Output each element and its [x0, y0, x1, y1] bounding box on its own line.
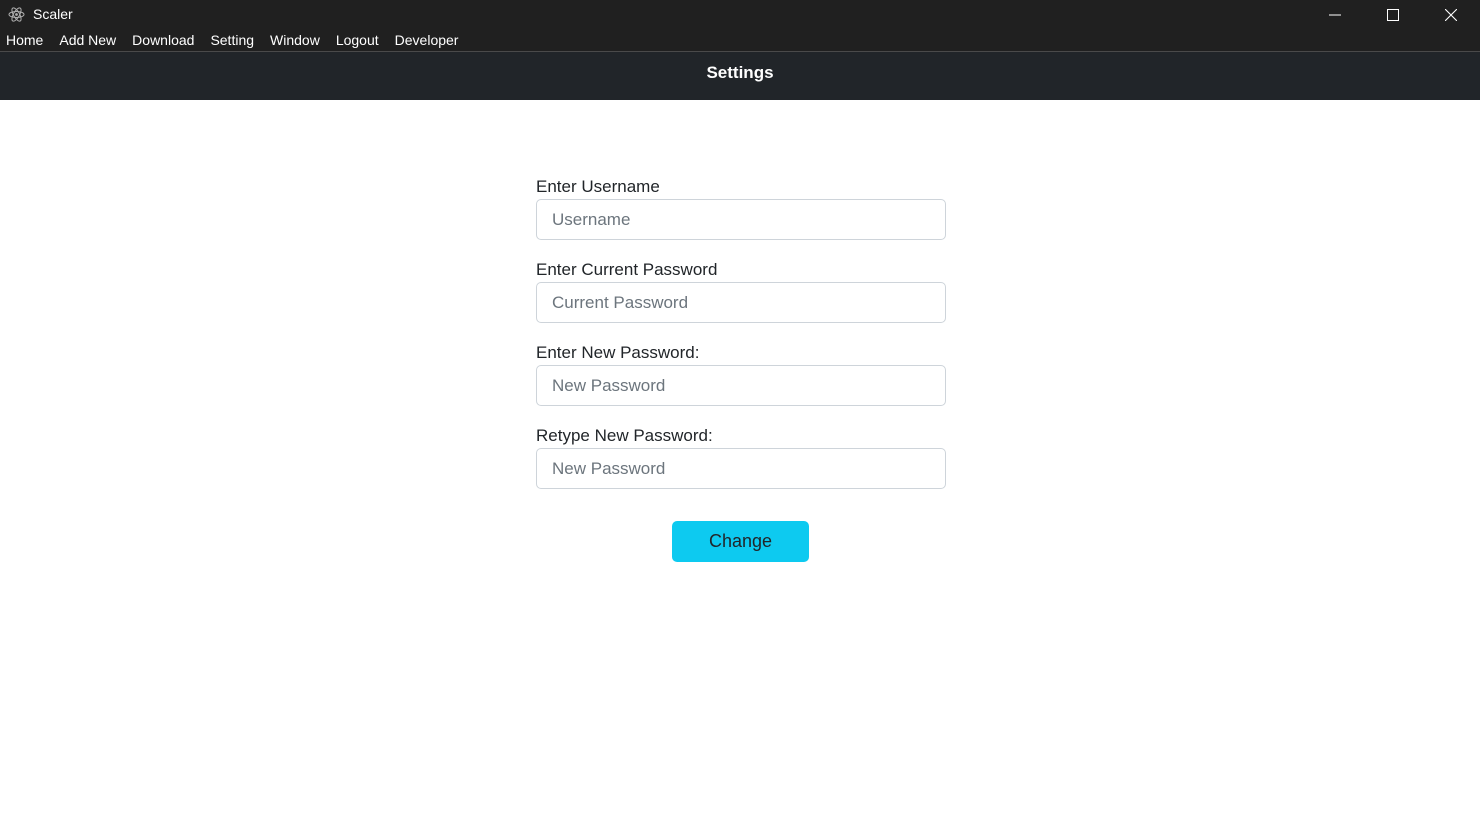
current-password-group: Enter Current Password	[536, 258, 946, 323]
new-password-input[interactable]	[536, 365, 946, 406]
new-password-group: Enter New Password:	[536, 341, 946, 406]
close-icon	[1445, 8, 1457, 21]
menu-item-logout[interactable]: Logout	[328, 29, 387, 52]
menu-item-developer[interactable]: Developer	[387, 29, 467, 52]
maximize-button[interactable]	[1364, 0, 1422, 29]
electron-atom-icon	[8, 6, 25, 23]
new-password-label: Enter New Password:	[536, 343, 700, 362]
username-group: Enter Username	[536, 175, 946, 240]
settings-form: Enter Username Enter Current Password En…	[536, 175, 946, 507]
maximize-icon	[1387, 8, 1399, 21]
username-label: Enter Username	[536, 177, 660, 196]
page-header: Settings	[0, 52, 1480, 100]
window-title: Scaler	[33, 6, 73, 22]
menu-item-add-new[interactable]: Add New	[51, 29, 124, 52]
menu-item-download[interactable]: Download	[124, 29, 202, 52]
retype-password-label: Retype New Password:	[536, 426, 713, 445]
change-button[interactable]: Change	[672, 521, 809, 562]
menu-bar: Home Add New Download Setting Window Log…	[0, 29, 1480, 52]
retype-password-input[interactable]	[536, 448, 946, 489]
menu-item-window[interactable]: Window	[262, 29, 328, 52]
page-title: Settings	[706, 63, 774, 82]
title-bar[interactable]: Scaler	[0, 0, 1480, 29]
username-input[interactable]	[536, 199, 946, 240]
retype-password-group: Retype New Password:	[536, 424, 946, 489]
close-button[interactable]	[1422, 0, 1480, 29]
menu-item-setting[interactable]: Setting	[202, 29, 262, 52]
minimize-icon	[1329, 9, 1341, 21]
current-password-label: Enter Current Password	[536, 260, 718, 279]
minimize-button[interactable]	[1306, 0, 1364, 29]
menu-item-home[interactable]: Home	[0, 29, 51, 52]
current-password-input[interactable]	[536, 282, 946, 323]
